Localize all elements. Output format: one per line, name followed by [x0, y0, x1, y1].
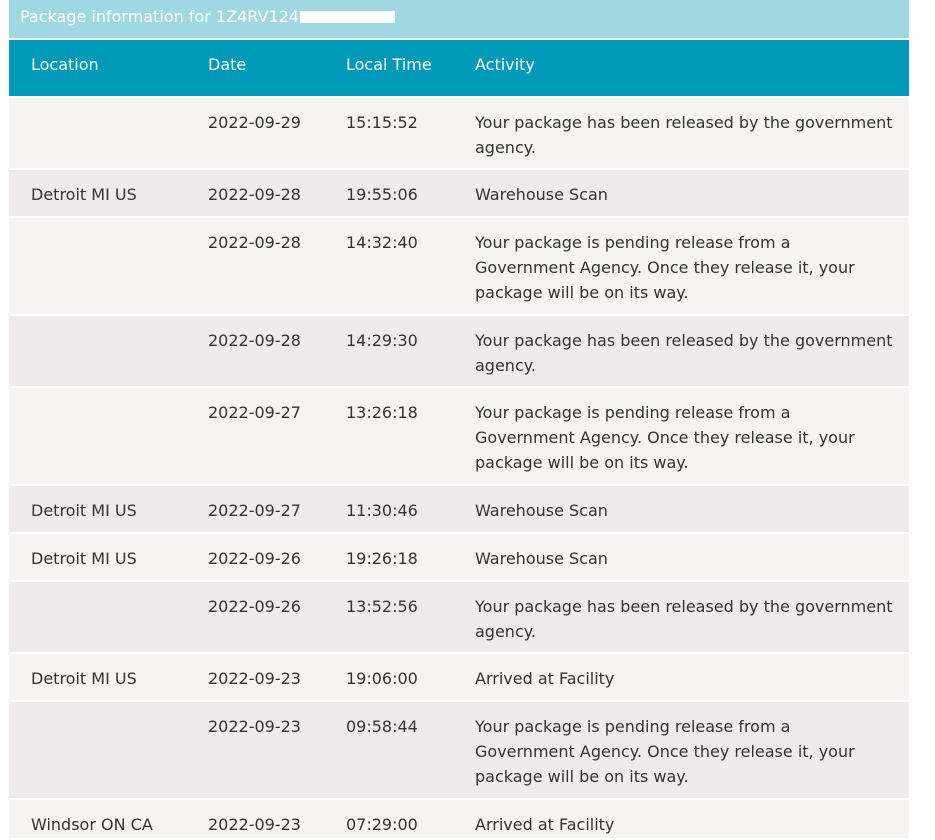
cell-date: 2022-09-28 [208, 185, 301, 204]
cell-activity: Your package has been released by the go… [475, 597, 893, 641]
cell-activity: Arrived at Facility [475, 815, 615, 834]
header-activity: Activity [475, 55, 535, 74]
cell-date: 2022-09-27 [208, 501, 301, 520]
header-local-time: Local Time [346, 55, 432, 74]
cell-date: 2022-09-27 [208, 403, 301, 422]
table-header: Location Date Local Time Activity [9, 40, 909, 98]
cell-activity: Your package is pending release from a G… [475, 403, 855, 472]
cell-time: 13:52:56 [346, 597, 418, 616]
cell-time: 11:30:46 [346, 501, 418, 520]
cell-time: 14:29:30 [346, 331, 418, 350]
table-row: 2022-09-28 14:29:30 Your package has bee… [9, 316, 909, 388]
cell-date: 2022-09-28 [208, 331, 301, 350]
cell-date: 2022-09-26 [208, 597, 301, 616]
cell-activity: Your package is pending release from a G… [475, 233, 855, 302]
cell-time: 19:06:00 [346, 669, 418, 688]
table-row: Detroit MI US 2022-09-28 19:55:06 Wareho… [9, 170, 909, 218]
table-row: Windsor ON CA 2022-09-23 07:29:00 Arrive… [9, 800, 909, 840]
cell-activity: Arrived at Facility [475, 669, 615, 688]
cell-date: 2022-09-26 [208, 549, 301, 568]
cell-location: Detroit MI US [31, 549, 137, 568]
table-row: Detroit MI US 2022-09-27 11:30:46 Wareho… [9, 486, 909, 534]
activity-table-body: 2022-09-29 15:15:52 Your package has bee… [9, 98, 909, 840]
panel-title: Package information for 1Z4RV124 [9, 0, 909, 40]
tracking-number: 1Z4RV124 [215, 7, 299, 26]
cell-time: 14:32:40 [346, 233, 418, 252]
table-row: 2022-09-28 14:32:40 Your package is pend… [9, 218, 909, 316]
cell-time: 19:26:18 [346, 549, 418, 568]
cell-time: 09:58:44 [346, 717, 418, 736]
header-date: Date [208, 55, 247, 74]
cell-activity: Your package has been released by the go… [475, 331, 893, 375]
table-row: 2022-09-29 15:15:52 Your package has bee… [9, 98, 909, 170]
cell-location: Detroit MI US [31, 669, 137, 688]
cell-date: 2022-09-28 [208, 233, 301, 252]
title-prefix: Package information for [20, 7, 211, 26]
cell-time: 07:29:00 [346, 815, 418, 834]
table-row: 2022-09-26 13:52:56 Your package has bee… [9, 582, 909, 654]
header-location: Location [31, 55, 99, 74]
cell-date: 2022-09-23 [208, 669, 301, 688]
table-row: 2022-09-27 13:26:18 Your package is pend… [9, 388, 909, 486]
cell-activity: Your package has been released by the go… [475, 113, 893, 157]
cell-date: 2022-09-23 [208, 717, 301, 736]
cell-activity: Warehouse Scan [475, 185, 608, 204]
cell-date: 2022-09-29 [208, 113, 301, 132]
cell-activity: Warehouse Scan [475, 501, 608, 520]
cell-date: 2022-09-23 [208, 815, 301, 834]
table-row: Detroit MI US 2022-09-26 19:26:18 Wareho… [9, 534, 909, 582]
package-info-panel: Package information for 1Z4RV124 Locatio… [9, 0, 909, 840]
cell-location: Detroit MI US [31, 501, 137, 520]
cell-time: 13:26:18 [346, 403, 418, 422]
cell-location: Detroit MI US [31, 185, 137, 204]
cell-time: 19:55:06 [346, 185, 418, 204]
table-row: Detroit MI US 2022-09-23 19:06:00 Arrive… [9, 654, 909, 702]
cell-activity: Warehouse Scan [475, 549, 608, 568]
cell-location: Windsor ON CA [31, 815, 153, 834]
cell-activity: Your package is pending release from a G… [475, 717, 855, 786]
table-row: 2022-09-23 09:58:44 Your package is pend… [9, 702, 909, 800]
cell-time: 15:15:52 [346, 113, 418, 132]
redaction-box [299, 11, 395, 23]
